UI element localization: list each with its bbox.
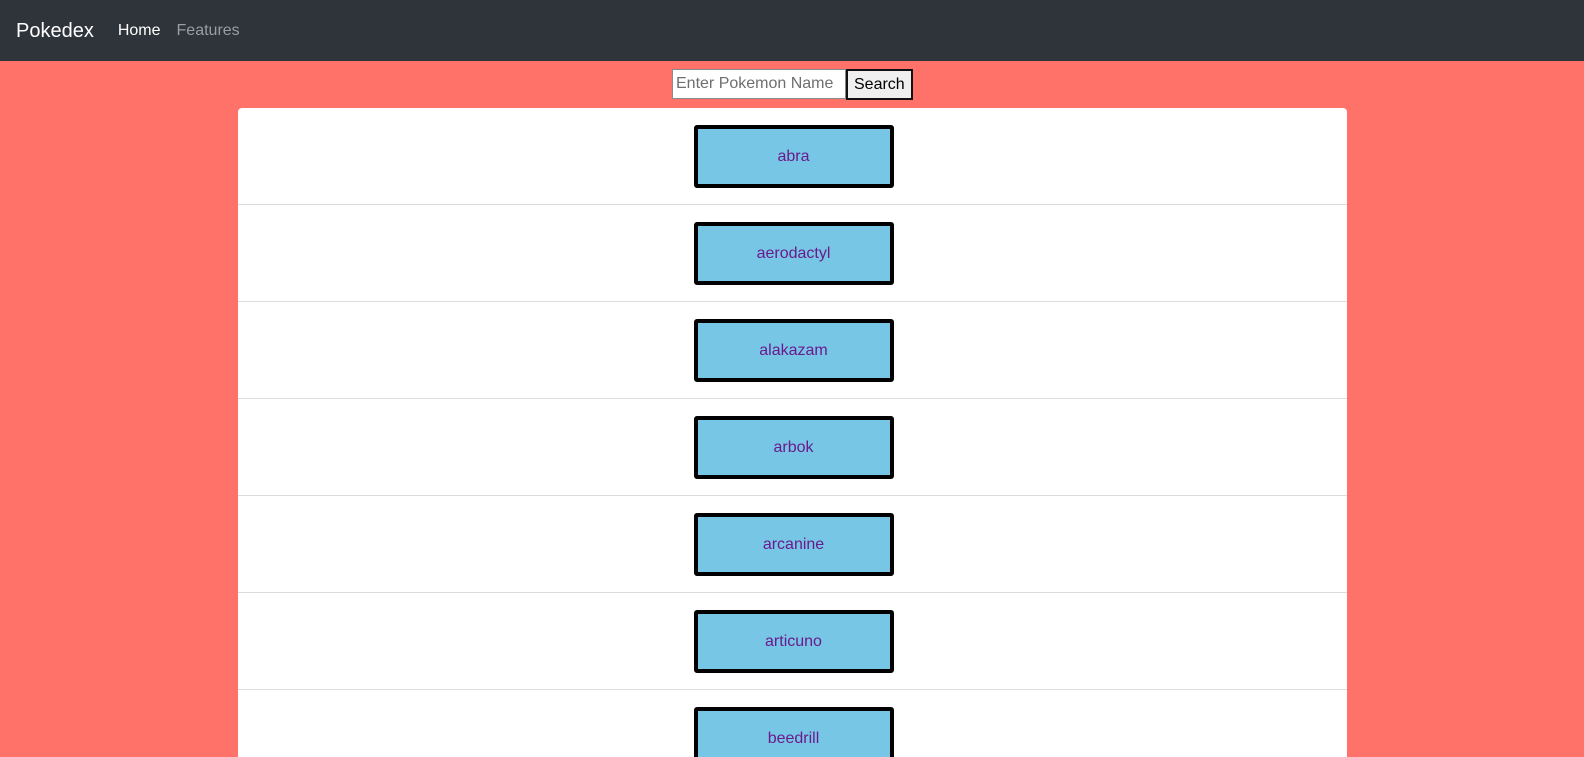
search-bar: Search [672, 69, 913, 100]
pokemon-card-aerodactyl[interactable]: aerodactyl [693, 222, 894, 285]
list-item: alakazam [238, 302, 1347, 399]
pokemon-card-arbok[interactable]: arbok [693, 416, 894, 479]
search-input[interactable] [672, 69, 846, 99]
pokemon-card-arcanine[interactable]: arcanine [693, 513, 894, 576]
pokemon-card-beedrill[interactable]: beedrill [693, 707, 894, 757]
navbar: Pokedex Home Features [0, 0, 1584, 61]
brand-link[interactable]: Pokedex [16, 20, 94, 43]
search-button[interactable]: Search [846, 69, 913, 100]
pokemon-list: abra aerodactyl alakazam arbok arcanine … [238, 108, 1347, 757]
pokemon-card-alakazam[interactable]: alakazam [693, 319, 894, 382]
pokemon-card-articuno[interactable]: articuno [693, 610, 894, 673]
list-item: abra [238, 108, 1347, 205]
list-item: articuno [238, 593, 1347, 690]
nav-link-home[interactable]: Home [118, 22, 161, 40]
pokemon-card-abra[interactable]: abra [693, 125, 894, 188]
list-item: arcanine [238, 496, 1347, 593]
list-item: beedrill [238, 690, 1347, 757]
list-item: aerodactyl [238, 205, 1347, 302]
nav-link-features[interactable]: Features [177, 22, 240, 40]
list-item: arbok [238, 399, 1347, 496]
